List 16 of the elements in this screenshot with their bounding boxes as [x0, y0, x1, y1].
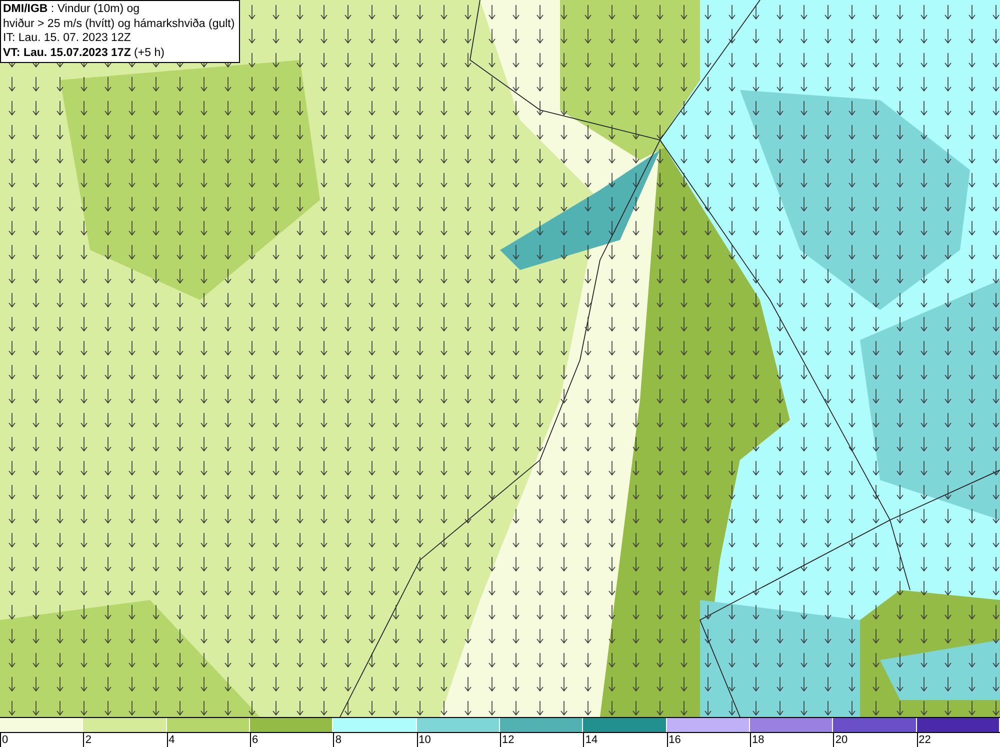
- legend-tick-label: 2: [83, 733, 92, 747]
- legend-tick-label: 20: [833, 733, 848, 747]
- title-line: VT: Lau. 15.07.2023 17Z (+5 h): [3, 46, 166, 60]
- legend-tick-label: 18: [750, 733, 764, 747]
- title-line: DMI/IGB : Vindur (10m) og: [3, 2, 141, 16]
- legend-tick-label: 0: [0, 733, 8, 747]
- legend-tick-label: 4: [166, 733, 175, 747]
- legend-tick-label: 10: [416, 733, 431, 747]
- legend-tick-label: 6: [250, 733, 258, 747]
- legend-tick-label: 8: [333, 733, 342, 747]
- legend-tick-label: 12: [500, 733, 514, 747]
- title-line: hviður > 25 m/s (hvítt) og hámarkshviða (gult): [3, 16, 235, 31]
- legend-tick-label: 16: [666, 733, 681, 747]
- title-line: IT: Lau. 15. 07. 2023 12Z: [3, 31, 132, 46]
- legend-tick-label: 14: [583, 733, 598, 747]
- legend-tick-label: 22: [916, 733, 931, 747]
